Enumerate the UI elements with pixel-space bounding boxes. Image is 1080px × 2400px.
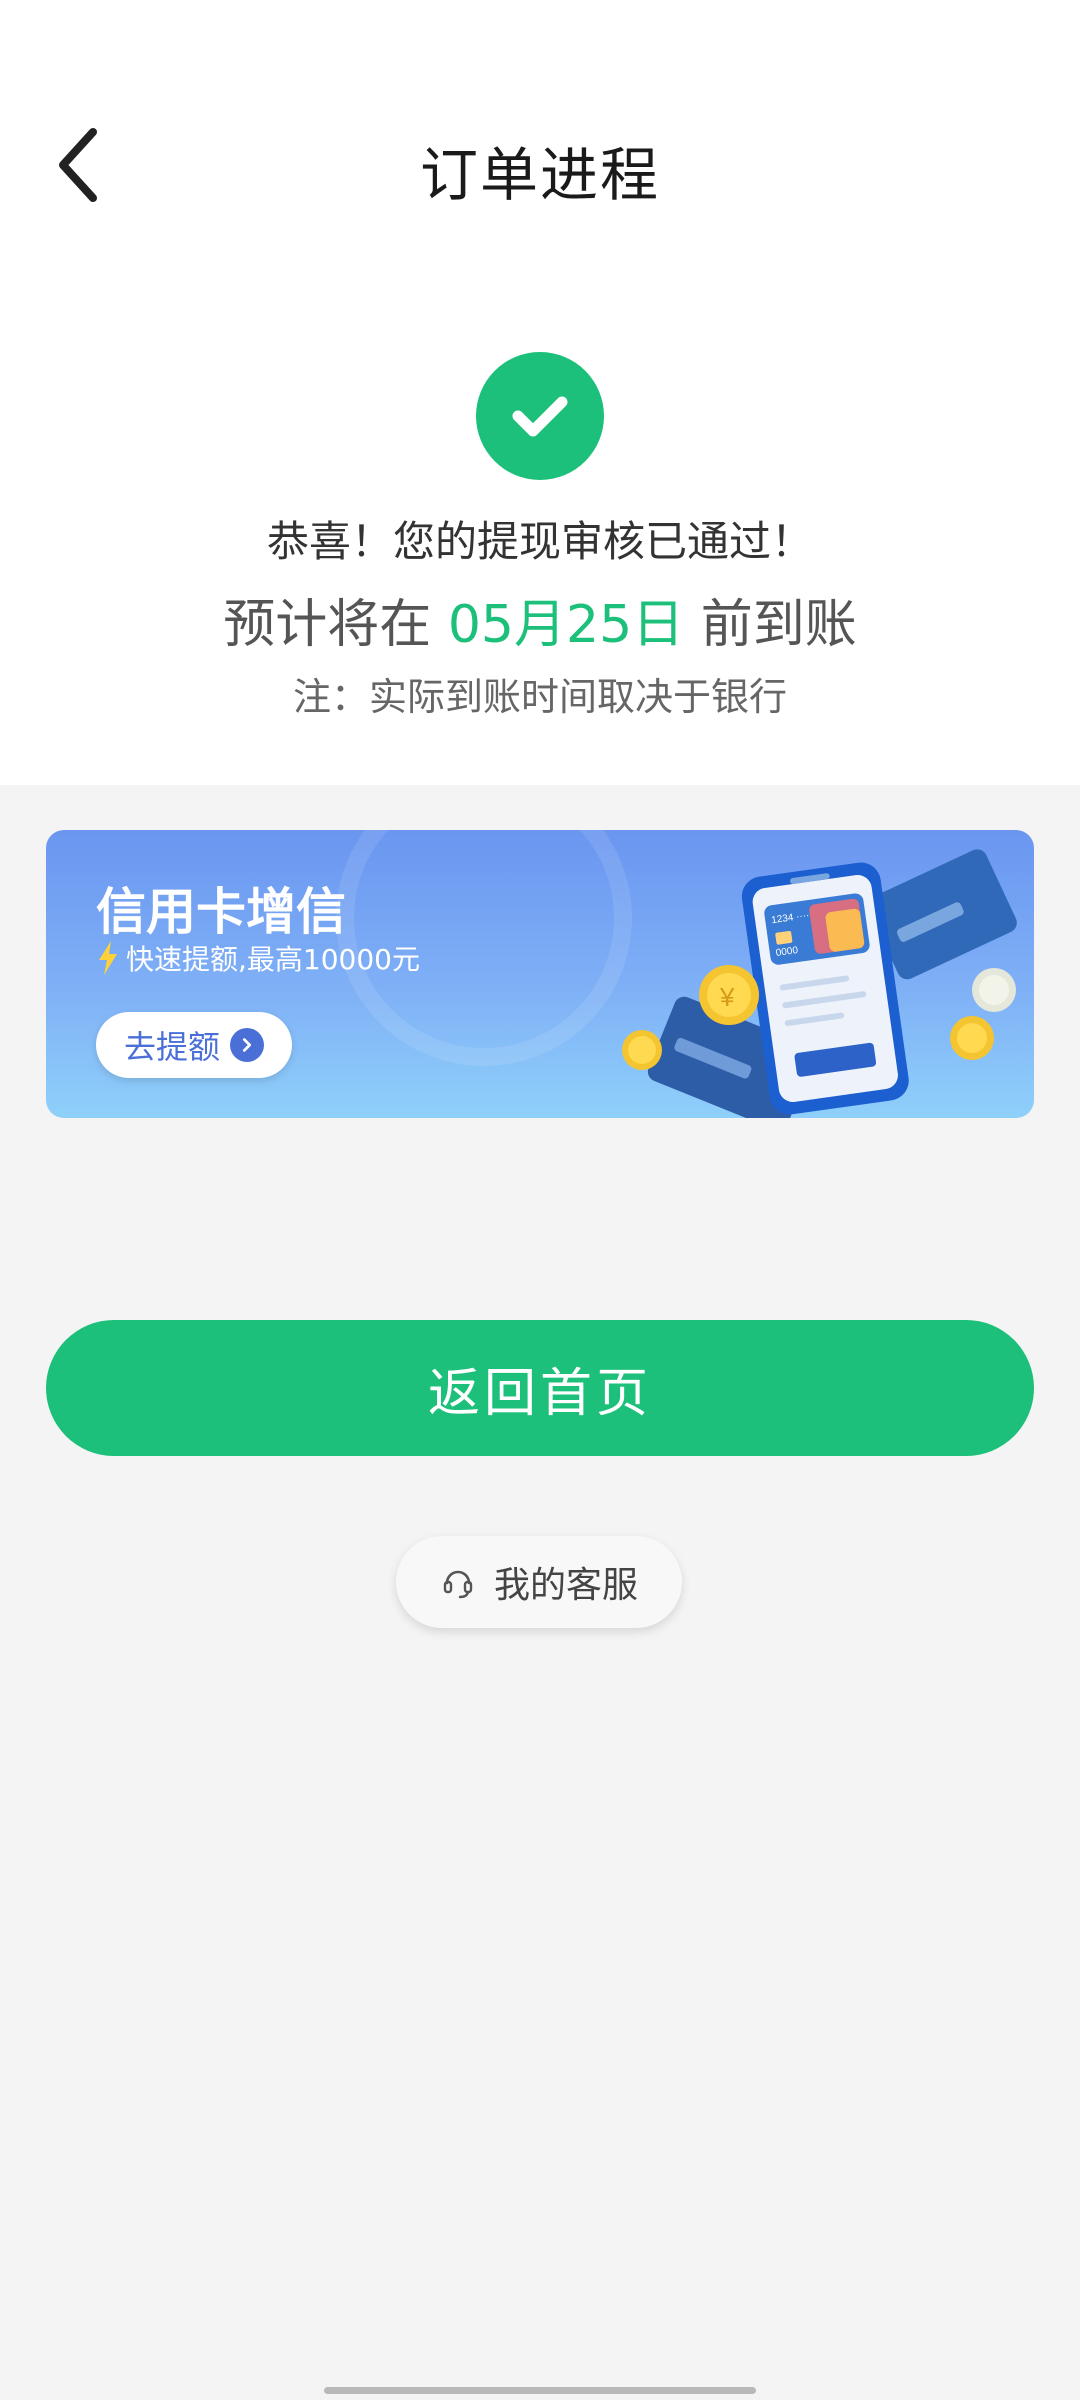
home-indicator[interactable] — [324, 2387, 756, 2394]
order-progress-page: 订单进程 恭喜！您的提现审核已通过！ 预计将在 05月25日 前到账 注：实际到… — [0, 0, 1080, 2400]
credit-boost-banner[interactable]: 信用卡增信 快速提额,最高10000元 去提额 1234 ···· 0000 ¥ — [46, 830, 1034, 1118]
headset-icon — [443, 1570, 473, 1599]
eta-suffix: 前到账 — [700, 595, 857, 655]
approval-message: 恭喜！您的提现审核已通过！ — [266, 517, 813, 566]
banner-subtitle-text: 快速提额,最高10000元 — [126, 943, 420, 976]
customer-service-label: 我的客服 — [493, 1565, 638, 1606]
svg-text:¥: ¥ — [719, 982, 735, 1012]
check-circle-icon — [476, 352, 604, 480]
lightning-icon — [99, 941, 117, 975]
eta-date: 05月25日 — [447, 595, 685, 655]
arrow-right-icon — [230, 1028, 264, 1062]
banner-subtitle: 快速提额,最高10000元 — [96, 938, 420, 978]
eta-prefix: 预计将在 — [223, 595, 432, 655]
customer-service-button[interactable]: 我的客服 — [396, 1536, 682, 1628]
phone-card-illustration: 1234 ···· 0000 ¥ — [622, 849, 1017, 1118]
banner-title: 信用卡增信 — [96, 883, 346, 941]
boost-button[interactable]: 去提额 — [96, 1012, 292, 1078]
bank-note: 注：实际到账时间取决于银行 — [292, 675, 787, 719]
return-home-button[interactable]: 返回首页 — [46, 1320, 1034, 1456]
boost-button-label: 去提额 — [123, 1028, 220, 1066]
page-title: 订单进程 — [419, 141, 660, 209]
status-header-area: 订单进程 恭喜！您的提现审核已通过！ 预计将在 05月25日 前到账 注：实际到… — [0, 0, 1080, 785]
eta-text: 预计将在 05月25日 前到账 — [0, 582, 1080, 657]
